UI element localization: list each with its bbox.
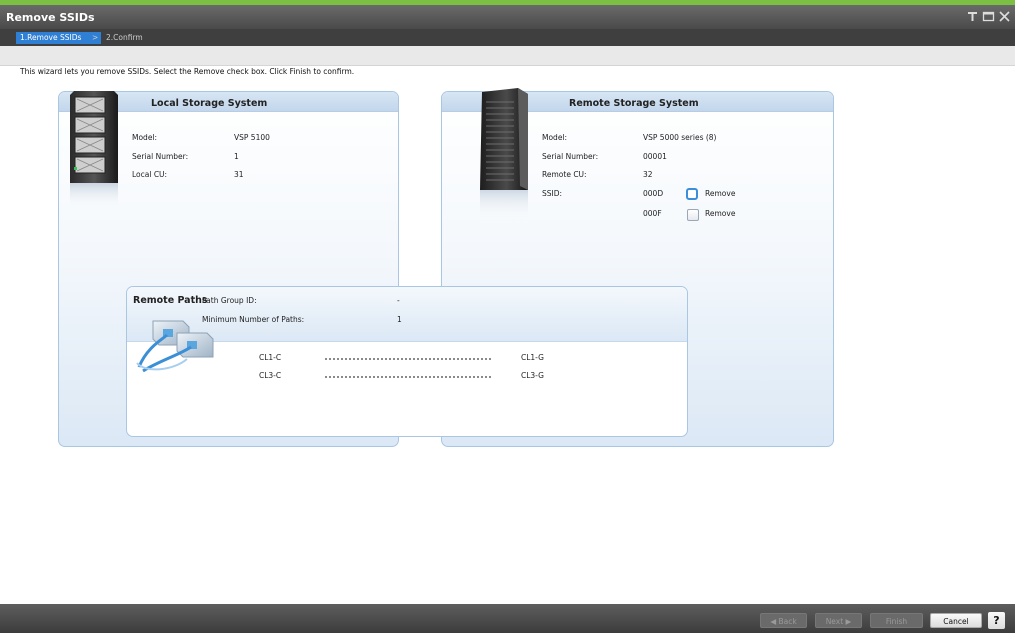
remote-cu-value: 32 [643,170,653,179]
remote-server-icon [480,88,528,220]
instruction-text: This wizard lets you remove SSIDs. Selec… [20,67,355,76]
path-local-port: CL1-C [259,353,282,362]
min-paths-value: 1 [397,315,402,324]
remote-model-value: VSP 5000 series (8) [643,133,717,142]
local-model-label: Model: [132,133,158,142]
finish-button[interactable]: Finish [870,613,923,628]
path-local-port: CL3-C [259,371,282,380]
title-bar: Remove SSIDs [0,0,1015,29]
remove-ssid-000f-checkbox[interactable] [687,209,699,221]
remote-serial-value: 00001 [643,152,667,161]
min-paths-label: Minimum Number of Paths: [202,315,305,324]
step-remove-ssids: 1.Remove SSIDs [16,32,102,44]
instruction-band [0,46,1015,66]
remote-serial-label: Serial Number: [542,152,599,161]
close-icon[interactable] [998,10,1011,23]
remote-cu-label: Remote CU: [542,170,587,179]
back-button[interactable]: ◀ Back [760,613,807,628]
window-controls [966,10,1011,23]
wizard-footer: ◀ Back Next ▶ Finish Cancel ? [0,604,1015,633]
local-cu-value: 31 [234,170,244,179]
step-confirm: 2.Confirm [106,33,143,42]
network-adapters-icon [136,320,214,373]
path-remote-port: CL3-G [521,371,544,380]
window-title: Remove SSIDs [6,11,95,24]
pin-icon[interactable] [966,10,979,23]
cancel-button[interactable]: Cancel [930,613,982,628]
local-server-icon [70,91,118,209]
remote-model-label: Model: [542,133,568,142]
path-group-id-label: Path Group ID: [202,296,257,305]
path-connector-line [325,376,491,378]
ssid-value: 000D [643,189,664,198]
local-serial-value: 1 [234,152,239,161]
path-connector-line [325,358,491,360]
ssid-value: 000F [643,209,662,218]
remote-paths-title: Remote Paths [133,295,208,306]
local-cu-label: Local CU: [132,170,168,179]
path-remote-port: CL1-G [521,353,544,362]
local-panel-title: Local Storage System [151,98,268,109]
step-separator: > [92,33,99,42]
help-button[interactable]: ? [988,612,1005,629]
remove-ssid-000d-label[interactable]: Remove [705,189,735,198]
local-model-value: VSP 5100 [234,133,270,142]
maximize-icon[interactable] [982,10,995,23]
remote-panel-title: Remote Storage System [569,98,699,109]
ssid-label: SSID: [542,189,563,198]
next-button[interactable]: Next ▶ [815,613,862,628]
remove-ssid-000f-label[interactable]: Remove [705,209,735,218]
path-group-id-value: - [397,296,400,305]
remove-ssid-000d-checkbox[interactable] [686,188,698,200]
wizard-step-bar: 1.Remove SSIDs > 2.Confirm [0,29,1015,46]
local-serial-label: Serial Number: [132,152,189,161]
